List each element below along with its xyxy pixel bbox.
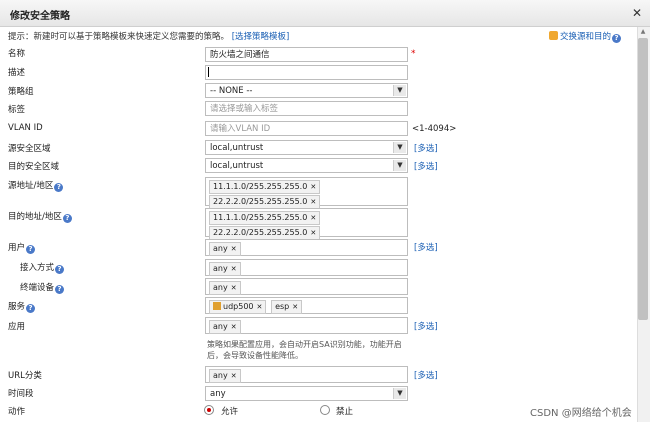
required-mark: * (411, 49, 416, 59)
remove-icon[interactable]: ✕ (257, 303, 263, 311)
app-multi-link[interactable]: [多选] (414, 320, 438, 332)
watermark: CSDN @网络给个机会 (530, 408, 632, 419)
dst-zone-multi-link[interactable]: [多选] (414, 160, 438, 172)
time-select[interactable]: any ▼ (205, 386, 408, 401)
deny-label: 禁止 (336, 407, 354, 417)
swap-src-dst-button[interactable]: 交换源和目的? (549, 30, 622, 43)
access-label: 接入方式? (20, 261, 65, 274)
group-select[interactable]: -- NONE -- ▼ (205, 83, 408, 98)
name-label: 名称 (8, 49, 26, 59)
group-value: -- NONE -- (210, 86, 253, 96)
tag-chip: any ✕ (209, 320, 241, 334)
terminal-box[interactable]: any ✕ (205, 278, 408, 295)
dst-addr-box[interactable]: 11.1.1.0/255.255.255.0 ✕ 22.2.2.0/255.255… (205, 208, 408, 240)
user-multi-link[interactable]: [多选] (414, 241, 438, 253)
remove-icon[interactable]: ✕ (231, 372, 237, 380)
app-note: 策略如果配置应用，会自动开启SA识别功能，功能开启后，会导致设备性能降低。 (207, 340, 402, 360)
remove-icon[interactable]: ✕ (292, 303, 298, 311)
src-zone-select[interactable]: local,untrust ▼ (205, 140, 408, 155)
name-input[interactable]: 防火墙之间通信 (205, 47, 408, 62)
service-label: 服务? (8, 300, 36, 313)
tag-chip: any ✕ (209, 262, 241, 276)
remove-icon[interactable]: ✕ (231, 323, 237, 331)
time-label: 时间段 (8, 389, 34, 399)
url-box[interactable]: any ✕ (205, 366, 408, 383)
desc-label: 描述 (8, 68, 26, 78)
help-icon[interactable]: ? (612, 34, 622, 43)
remove-icon[interactable]: ✕ (310, 198, 316, 206)
swap-icon (549, 31, 558, 40)
dst-addr-text: 目的地址/地区 (8, 212, 62, 222)
app-label: 应用 (8, 322, 26, 332)
vlan-range: <1-4094> (412, 124, 457, 134)
chevron-down-icon[interactable]: ▼ (393, 388, 406, 399)
vlan-label: VLAN ID (8, 123, 43, 133)
permit-label: 允许 (221, 407, 239, 417)
help-icon[interactable]: ? (26, 304, 36, 313)
help-icon[interactable]: ? (54, 183, 64, 192)
scrollbar-thumb[interactable] (638, 38, 648, 320)
tag-chip: any ✕ (209, 242, 241, 256)
remove-icon[interactable]: ✕ (231, 284, 237, 292)
chevron-down-icon[interactable]: ▼ (393, 160, 406, 171)
src-addr-text: 源地址/地区 (8, 181, 54, 191)
tag-chip: 22.2.2.0/255.255.255.0 ✕ (209, 226, 321, 240)
hint-text: 提示：新建时可以基于策略模板来快速定义您需要的策略。 [选择策略模板] (8, 30, 289, 42)
src-zone-value: local,untrust (210, 143, 264, 153)
remove-icon[interactable]: ✕ (231, 245, 237, 253)
remove-icon[interactable]: ✕ (310, 229, 316, 237)
dialog-titlebar: 修改安全策略 ✕ (0, 0, 650, 27)
tag-chip: 11.1.1.0/255.255.255.0 ✕ (209, 180, 321, 194)
dst-zone-value: local,untrust (210, 161, 264, 171)
url-multi-link[interactable]: [多选] (414, 369, 438, 381)
src-addr-box[interactable]: 11.1.1.0/255.255.255.0 ✕ 22.2.2.0/255.255… (205, 177, 408, 209)
terminal-label: 终端设备? (20, 281, 65, 294)
tag-chip: esp ✕ (271, 300, 303, 314)
src-addr-label: 源地址/地区? (8, 179, 64, 192)
service-box[interactable]: udp500 ✕ esp ✕ (205, 297, 408, 314)
tag-input[interactable]: 请选择或输入标签 (205, 101, 408, 116)
action-label: 动作 (8, 407, 26, 417)
chevron-down-icon[interactable]: ▼ (393, 142, 406, 153)
group-label: 策略组 (8, 87, 34, 97)
dst-zone-label: 目的安全区域 (8, 162, 60, 172)
src-zone-multi-link[interactable]: [多选] (414, 142, 438, 154)
chevron-down-icon[interactable]: ▼ (393, 85, 406, 96)
help-icon[interactable]: ? (26, 245, 36, 254)
help-icon[interactable]: ? (55, 285, 65, 294)
tag-chip: 22.2.2.0/255.255.255.0 ✕ (209, 195, 321, 209)
hint-label: 提示：新建时可以基于策略模板来快速定义您需要的策略。 (8, 32, 230, 42)
scroll-up-icon[interactable]: ▲ (638, 28, 648, 36)
url-label: URL分类 (8, 371, 42, 381)
deny-radio[interactable] (320, 405, 330, 415)
swap-label: 交换源和目的 (560, 32, 612, 42)
desc-input[interactable] (205, 65, 408, 80)
tag-chip: udp500 ✕ (209, 300, 267, 314)
app-box[interactable]: any ✕ (205, 317, 408, 334)
dst-zone-select[interactable]: local,untrust ▼ (205, 158, 408, 173)
select-template-link[interactable]: [选择策略模板] (232, 32, 290, 42)
access-box[interactable]: any ✕ (205, 259, 408, 276)
close-icon[interactable]: ✕ (632, 6, 642, 20)
tag-chip: 11.1.1.0/255.255.255.0 ✕ (209, 211, 321, 225)
help-icon[interactable]: ? (55, 265, 65, 274)
src-zone-label: 源安全区域 (8, 144, 51, 154)
user-label: 用户? (8, 241, 36, 254)
tag-chip: any ✕ (209, 369, 241, 383)
user-box[interactable]: any ✕ (205, 239, 408, 256)
remove-icon[interactable]: ✕ (231, 265, 237, 273)
time-value: any (210, 389, 226, 399)
text-cursor (208, 67, 209, 77)
dst-addr-label: 目的地址/地区? (8, 210, 72, 223)
dialog-title: 修改安全策略 (10, 11, 70, 22)
security-policy-dialog: 修改安全策略 ✕ 提示：新建时可以基于策略模板来快速定义您需要的策略。 [选择策… (0, 0, 650, 422)
help-icon[interactable]: ? (62, 214, 72, 223)
tag-chip: any ✕ (209, 281, 241, 295)
remove-icon[interactable]: ✕ (310, 214, 316, 222)
permit-radio[interactable] (204, 405, 214, 415)
remove-icon[interactable]: ✕ (310, 183, 316, 191)
service-icon (213, 302, 221, 310)
tag-label: 标签 (8, 105, 26, 115)
vlan-input[interactable]: 请输入VLAN ID (205, 121, 408, 136)
